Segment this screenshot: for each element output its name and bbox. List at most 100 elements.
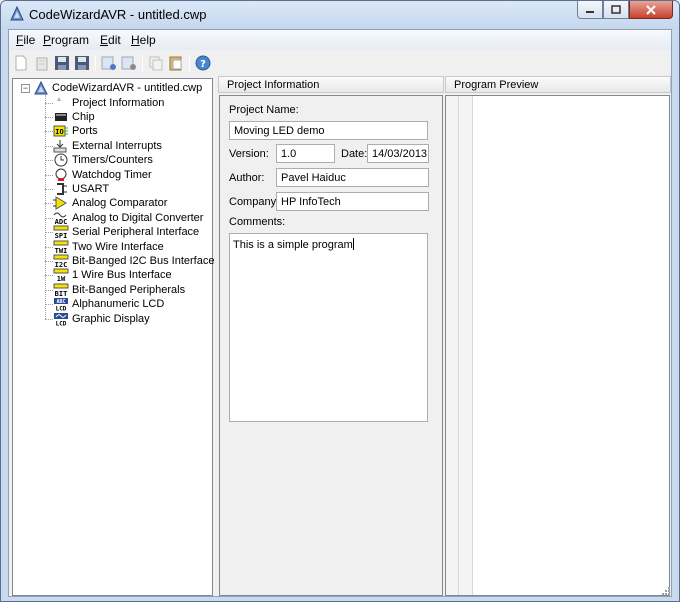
close-button[interactable] xyxy=(629,1,673,19)
tree-item[interactable]: SPI Serial Peripheral Interface xyxy=(53,225,199,239)
tree-item-label: 1 Wire Bus Interface xyxy=(72,269,172,282)
tree-item[interactable]: IO Ports xyxy=(53,124,98,138)
minimize-button[interactable] xyxy=(577,1,603,19)
svg-text:ADC: ADC xyxy=(55,218,68,225)
svg-text:1W: 1W xyxy=(57,275,66,282)
tree-item[interactable]: 1W 1 Wire Bus Interface xyxy=(53,268,172,282)
copy-icon xyxy=(149,56,163,71)
help-button[interactable]: ? xyxy=(194,54,212,72)
menu-program[interactable]: Program xyxy=(43,33,89,47)
tree-item[interactable]: Analog Comparator xyxy=(53,196,168,211)
tree-item[interactable]: LCD Graphic Display xyxy=(53,312,150,326)
version-field[interactable]: 1.0 xyxy=(276,144,335,163)
svg-text:LCD: LCD xyxy=(56,306,67,312)
app-window: CodeWizardAVR - untitled.cwp File Progra… xyxy=(0,0,680,602)
generate-button[interactable] xyxy=(100,54,118,72)
tree-item-label: Analog Comparator xyxy=(72,197,168,210)
tree-item-label: USART xyxy=(72,182,110,195)
comments-label: Comments: xyxy=(229,216,286,228)
author-field[interactable]: Pavel Haiduc xyxy=(276,168,429,187)
svg-text:ABC: ABC xyxy=(56,299,65,305)
left-splitter[interactable] xyxy=(214,76,218,596)
new-file-icon xyxy=(15,55,27,71)
toolbar: ? xyxy=(9,52,671,76)
tree-item[interactable]: BIT Bit-Banged Peripherals xyxy=(53,283,185,297)
tree-item[interactable]: USART xyxy=(53,182,109,196)
tree-item[interactable]: External Interrupts xyxy=(53,139,162,153)
preview-gutter xyxy=(446,96,473,595)
tree-item-label: Serial Peripheral Interface xyxy=(72,226,200,239)
size-grip-icon[interactable] xyxy=(661,586,671,596)
maximize-button[interactable] xyxy=(603,1,629,19)
tree-item[interactable]: I2C Bit-Banged I2C Bus Interface xyxy=(53,254,214,268)
tree-item-label: Alphanumeric LCD xyxy=(72,298,165,311)
window-title: CodeWizardAVR - untitled.cwp xyxy=(29,7,207,22)
open-icon xyxy=(36,57,48,71)
tree-root[interactable]: CodeWizardAVR - untitled.cwp xyxy=(33,81,202,95)
program-preview-header: Program Preview xyxy=(445,76,671,93)
save-icon xyxy=(55,56,69,70)
tree-item-label: Chip xyxy=(72,110,95,123)
comments-textarea[interactable]: This is a simple program xyxy=(229,233,428,422)
usart-icon xyxy=(53,182,69,196)
tree-item-label: Ports xyxy=(72,125,98,138)
tree-item[interactable]: Timers/Counters xyxy=(53,153,153,167)
project-info-header: Project Information xyxy=(218,76,444,93)
tree-item-label: Watchdog Timer xyxy=(72,168,152,181)
tree-collapse-icon[interactable]: − xyxy=(21,84,30,93)
paste-button[interactable] xyxy=(167,54,185,72)
one-wire-icon: 1W xyxy=(53,268,69,282)
timer-icon xyxy=(53,153,69,167)
tree-item[interactable]: Project Information xyxy=(53,96,164,110)
watchdog-icon xyxy=(53,168,69,182)
save-button[interactable] xyxy=(53,54,71,72)
company-label: Company: xyxy=(229,196,280,208)
copy-button[interactable] xyxy=(147,54,165,72)
external-interrupts-icon xyxy=(53,139,69,153)
project-info-icon xyxy=(53,96,69,110)
tree-item[interactable]: TWI Two Wire Interface xyxy=(53,240,164,254)
tree-item[interactable]: Watchdog Timer xyxy=(53,168,152,182)
date-field[interactable]: 14/03/2013 xyxy=(367,144,429,163)
tree-item[interactable]: ADC Analog to Digital Converter xyxy=(53,211,203,225)
tree-item-label: External Interrupts xyxy=(72,139,162,152)
menu-bar: File Program Edit Help xyxy=(9,30,671,50)
tree-item-label: Bit-Banged Peripherals xyxy=(72,283,186,296)
ports-icon: IO xyxy=(53,124,69,138)
version-label: Version: xyxy=(229,148,269,160)
menu-edit[interactable]: Edit xyxy=(100,33,121,47)
help-icon: ? xyxy=(195,55,211,71)
paste-icon xyxy=(169,56,182,71)
app-icon xyxy=(10,6,24,21)
twi-icon: TWI xyxy=(53,240,69,254)
maximize-icon xyxy=(611,5,621,14)
svg-text:TWI: TWI xyxy=(55,247,68,254)
open-button[interactable] xyxy=(33,54,51,72)
menu-help[interactable]: Help xyxy=(131,33,156,47)
program-preview-panel[interactable] xyxy=(445,95,670,596)
comparator-icon xyxy=(53,196,69,211)
date-label: Date: xyxy=(341,148,368,160)
svg-text:I2C: I2C xyxy=(55,261,68,268)
new-button[interactable] xyxy=(12,54,30,72)
svg-text:IO: IO xyxy=(55,128,63,136)
svg-text:BIT: BIT xyxy=(55,290,68,297)
tree-item[interactable]: Chip xyxy=(53,110,95,124)
svg-text:LCD: LCD xyxy=(56,320,67,326)
text-caret xyxy=(352,238,354,250)
svg-text:SPI: SPI xyxy=(55,232,68,239)
title-bar[interactable]: CodeWizardAVR - untitled.cwp xyxy=(1,1,679,29)
tree-item-label: Two Wire Interface xyxy=(72,240,164,253)
close-icon xyxy=(646,4,656,15)
menu-file[interactable]: File xyxy=(16,33,35,47)
project-info-header-label: Project Information xyxy=(227,79,320,91)
tree-item-label: Analog to Digital Converter xyxy=(72,211,204,224)
project-name-field[interactable]: Moving LED demo xyxy=(229,121,428,140)
comments-text: This is a simple program xyxy=(233,239,353,251)
program-preview-header-label: Program Preview xyxy=(454,79,539,91)
save-generate-button[interactable] xyxy=(120,54,138,72)
save-all-button[interactable] xyxy=(73,54,91,72)
tree-item[interactable]: ABC LCD Alphanumeric LCD xyxy=(53,297,164,311)
project-name-label: Project Name: xyxy=(229,104,299,116)
company-field[interactable]: HP InfoTech xyxy=(276,192,429,211)
